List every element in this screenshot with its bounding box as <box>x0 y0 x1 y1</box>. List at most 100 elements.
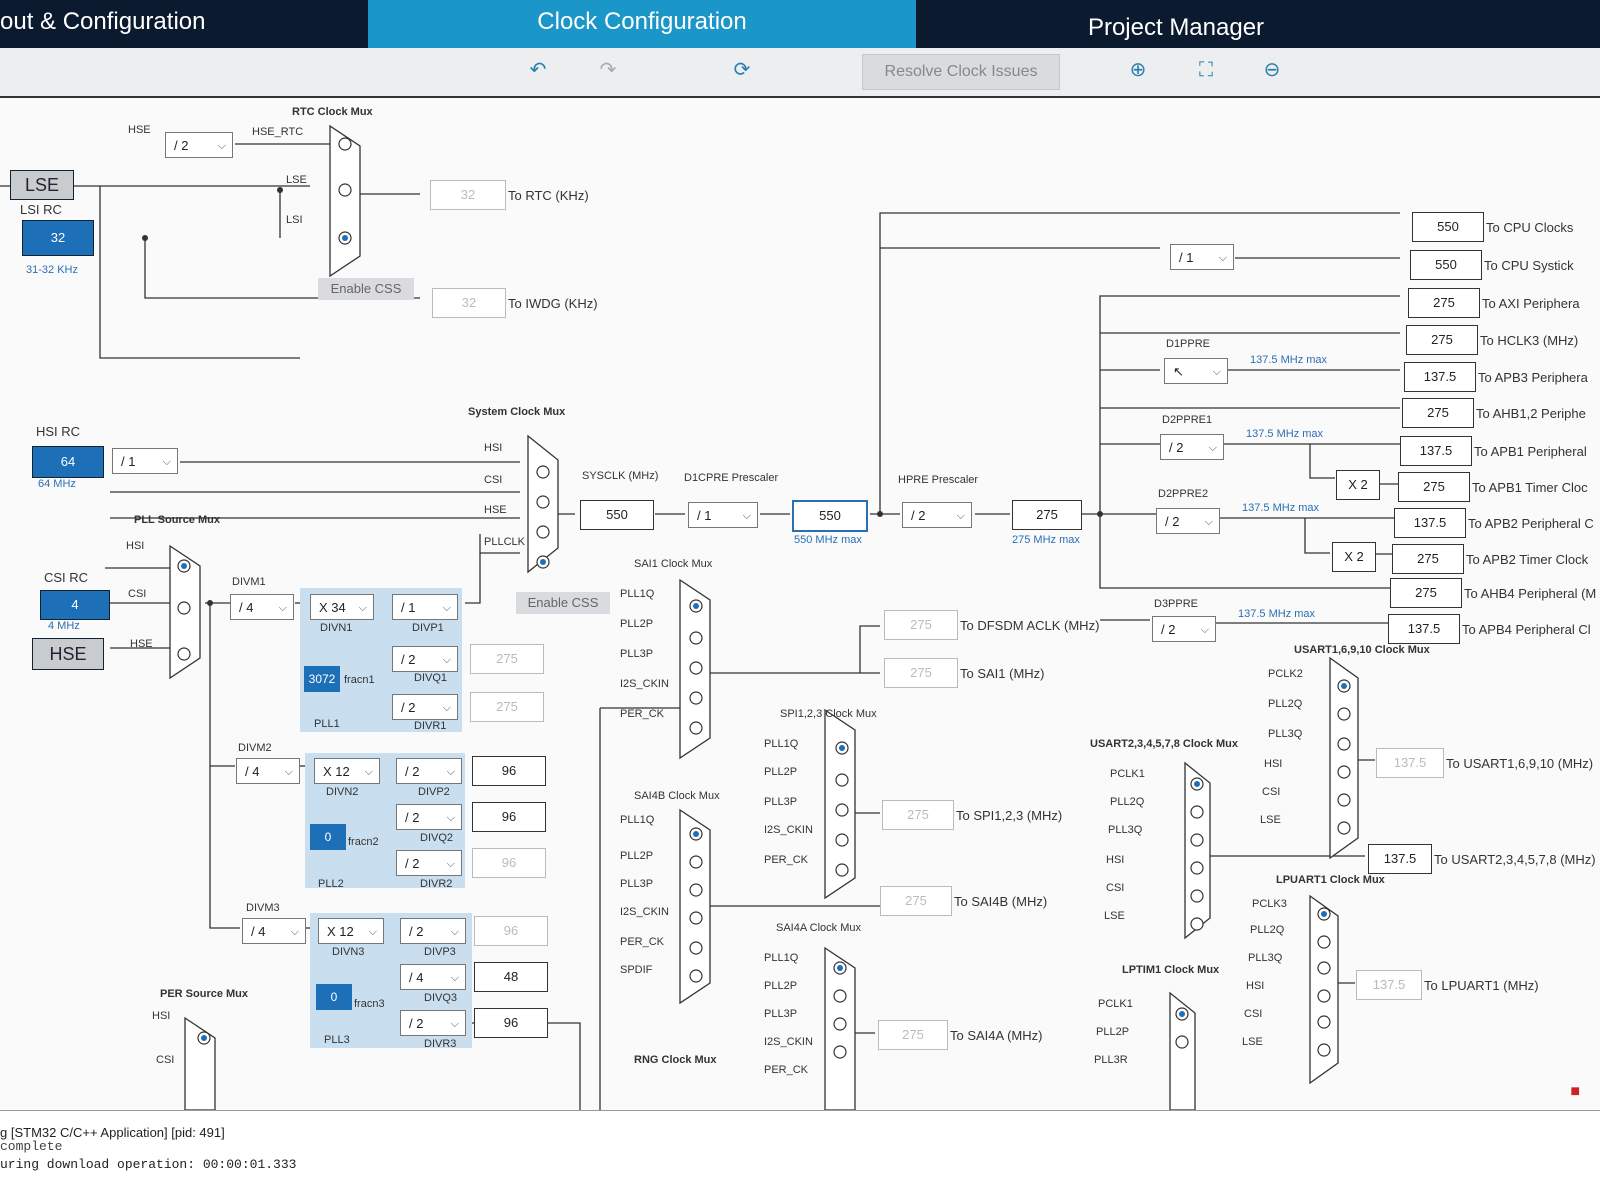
chevron-down-icon: ⌵ <box>1212 366 1221 378</box>
divr1-value: / 2 <box>401 700 416 715</box>
lsi-range: 31-32 KHz <box>26 264 78 276</box>
apb4-label: To APB4 Peripheral Cl <box>1462 622 1591 637</box>
divq3-output[interactable]: 48 <box>474 962 548 992</box>
console-line-3: uring download operation: 00:00:01.333 <box>0 1157 297 1172</box>
sysclk-value[interactable]: 550 <box>580 500 654 530</box>
sai4a-in-1: PLL2P <box>764 980 798 992</box>
hpre-output[interactable]: 275 <box>1012 500 1082 530</box>
divp2-output[interactable]: 96 <box>472 756 546 786</box>
d1cpre-select[interactable]: / 1 ⌵ <box>688 502 758 528</box>
per-src-csi-label: CSI <box>156 1054 175 1066</box>
hse-source[interactable]: HSE <box>32 638 104 670</box>
d2ppre2-select[interactable]: / 2 ⌵ <box>1156 508 1220 534</box>
divn2-select[interactable]: X 12 ⌵ <box>314 758 380 784</box>
lsi-title: LSI RC <box>20 202 62 217</box>
d2ppre1-value: / 2 <box>1169 440 1184 455</box>
divq3-select[interactable]: / 4 ⌵ <box>400 964 466 990</box>
d1ppre-label: D1PPRE <box>1166 338 1211 350</box>
divm3-value: / 4 <box>251 924 266 939</box>
divm1-select[interactable]: / 4 ⌵ <box>230 594 294 620</box>
stop-icon[interactable]: ■ <box>1570 1083 1580 1101</box>
apb2-value[interactable]: 137.5 <box>1394 508 1466 538</box>
lsi-value: 32 <box>22 220 94 256</box>
hclk3-value[interactable]: 275 <box>1406 325 1478 355</box>
rng-mux-title: RNG Clock Mux <box>634 1054 717 1066</box>
d3ppre-select[interactable]: / 2 ⌵ <box>1152 616 1216 642</box>
ahb4-value[interactable]: 275 <box>1390 578 1462 608</box>
divp3-select[interactable]: / 2 ⌵ <box>400 918 466 944</box>
hpre-value: / 2 <box>911 508 926 523</box>
divr2-output: 96 <box>472 848 546 878</box>
zoom-out-icon[interactable]: ⊖ <box>1260 58 1284 82</box>
redo-icon[interactable]: ↷ <box>596 58 620 82</box>
apb1-value[interactable]: 137.5 <box>1400 436 1472 466</box>
cpu-clocks-value[interactable]: 550 <box>1412 212 1484 242</box>
pll-source-mux-title: PLL Source Mux <box>134 514 220 526</box>
apb1-timer-value[interactable]: 275 <box>1398 472 1470 502</box>
d2ppre1-select[interactable]: / 2 ⌵ <box>1160 434 1224 460</box>
fracn2-value[interactable]: 0 <box>310 824 346 850</box>
lse-source[interactable]: LSE <box>10 170 74 200</box>
usart2-in-5: LSE <box>1104 910 1125 922</box>
rtc-output-value: 32 <box>430 180 506 210</box>
chevron-down-icon: ⌵ <box>217 140 226 152</box>
d1cpre-output[interactable]: 550 <box>792 500 868 532</box>
hsi-divider[interactable]: / 1 ⌵ <box>112 448 178 474</box>
fit-icon[interactable]: ⛶ <box>1194 58 1218 82</box>
spi-mux-title: SPI1,2,3 Clock Mux <box>780 708 877 720</box>
chevron-down-icon: ⌵ <box>1208 442 1217 454</box>
divr1-select[interactable]: / 2 ⌵ <box>392 694 458 720</box>
divp3-label: DIVP3 <box>424 946 456 958</box>
divp2-select[interactable]: / 2 ⌵ <box>396 758 462 784</box>
hpre-label: HPRE Prescaler <box>898 474 979 486</box>
hpre-select[interactable]: / 2 ⌵ <box>902 502 972 528</box>
resolve-clock-issues-button[interactable]: Resolve Clock Issues <box>862 54 1060 90</box>
chevron-down-icon: ⌵ <box>442 702 451 714</box>
divq2-output[interactable]: 96 <box>472 802 546 832</box>
usart16-in-3: HSI <box>1264 758 1283 770</box>
apb2-timer-value[interactable]: 275 <box>1392 544 1464 574</box>
divr3-select[interactable]: / 2 ⌵ <box>400 1010 466 1036</box>
sysmux-enable-css-button[interactable]: Enable CSS <box>516 592 610 614</box>
usart2-in-3: HSI <box>1106 854 1125 866</box>
ahb12-value[interactable]: 275 <box>1402 398 1474 428</box>
lpuart-output: 137.5 <box>1356 970 1422 1000</box>
tab-project-manager[interactable]: Project Manager <box>916 0 1436 54</box>
sysmux-hse-label: HSE <box>484 504 507 516</box>
rtc-mux-title: RTC Clock Mux <box>292 106 373 118</box>
sai1-in-3: I2S_CKIN <box>620 678 669 690</box>
rtc-hse-divider[interactable]: / 2 ⌵ <box>165 132 233 158</box>
fracn1-value[interactable]: 3072 <box>304 666 340 692</box>
d1ppre-select[interactable]: ↖ ⌵ <box>1164 358 1228 384</box>
apb2-label: To APB2 Peripheral C <box>1468 516 1594 531</box>
divm2-select[interactable]: / 4 ⌵ <box>236 758 300 784</box>
axi-value[interactable]: 275 <box>1408 288 1480 318</box>
spi-output: 275 <box>882 800 954 830</box>
divr3-output[interactable]: 96 <box>474 1008 548 1038</box>
tab-pinout[interactable]: out & Configuration <box>0 0 368 48</box>
lpuart-label: To LPUART1 (MHz) <box>1424 978 1539 993</box>
systick-divider[interactable]: / 1 ⌵ <box>1170 244 1234 270</box>
divr2-select[interactable]: / 2 ⌵ <box>396 850 462 876</box>
hsi-divider-value: / 1 <box>121 454 136 469</box>
rtc-enable-css-button[interactable]: Enable CSS <box>318 278 414 300</box>
systick-value[interactable]: 550 <box>1410 250 1482 280</box>
tab-clock-configuration[interactable]: Clock Configuration <box>368 0 916 48</box>
divp1-select[interactable]: / 1 ⌵ <box>392 594 458 620</box>
divn1-select[interactable]: X 34 ⌵ <box>310 594 374 620</box>
divm3-select[interactable]: / 4 ⌵ <box>242 918 306 944</box>
divq2-select[interactable]: / 2 ⌵ <box>396 804 462 830</box>
rtc-lsi-input-label: LSI <box>286 214 303 226</box>
apb4-value[interactable]: 137.5 <box>1388 614 1460 644</box>
sai4b-in-2: PLL3P <box>620 878 654 890</box>
apb3-value[interactable]: 137.5 <box>1404 362 1476 392</box>
divq1-select[interactable]: / 2 ⌵ <box>392 646 458 672</box>
usart16-in-4: CSI <box>1262 786 1281 798</box>
divp3-value: / 2 <box>409 924 424 939</box>
refresh-icon[interactable]: ⟳ <box>730 58 754 82</box>
zoom-in-icon[interactable]: ⊕ <box>1126 58 1150 82</box>
fracn3-value[interactable]: 0 <box>316 984 352 1010</box>
divn3-select[interactable]: X 12 ⌵ <box>318 918 384 944</box>
undo-icon[interactable]: ↶ <box>526 58 550 82</box>
usart2-output[interactable]: 137.5 <box>1368 844 1432 874</box>
